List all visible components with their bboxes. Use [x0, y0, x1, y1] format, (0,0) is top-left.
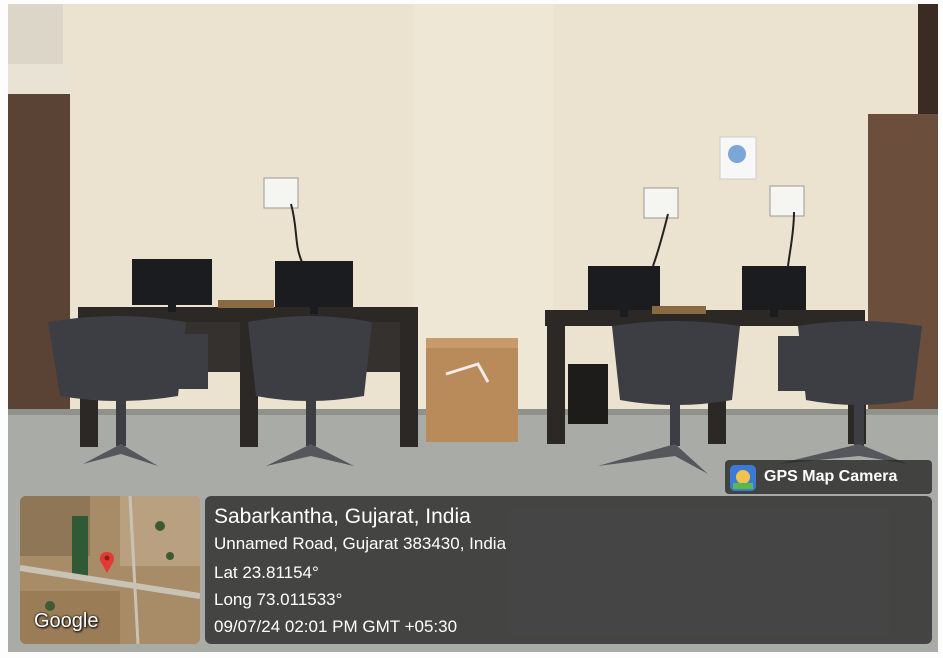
longitude-text: Long 73.011533° [214, 590, 343, 609]
cardboard-box-icon [426, 338, 518, 442]
datetime-text: 09/07/24 02:01 PM GMT +05:30 [214, 617, 458, 636]
location-title: Sabarkantha, Gujarat, India [214, 505, 471, 528]
gps-map-camera-icon [730, 465, 756, 491]
app-badge-label: GPS Map Camera [764, 468, 898, 485]
latitude-text: Lat 23.81154° [214, 563, 319, 582]
map-watermark: Google [34, 610, 99, 632]
address-text: Unnamed Road, Gujarat 383430, India [214, 534, 507, 553]
